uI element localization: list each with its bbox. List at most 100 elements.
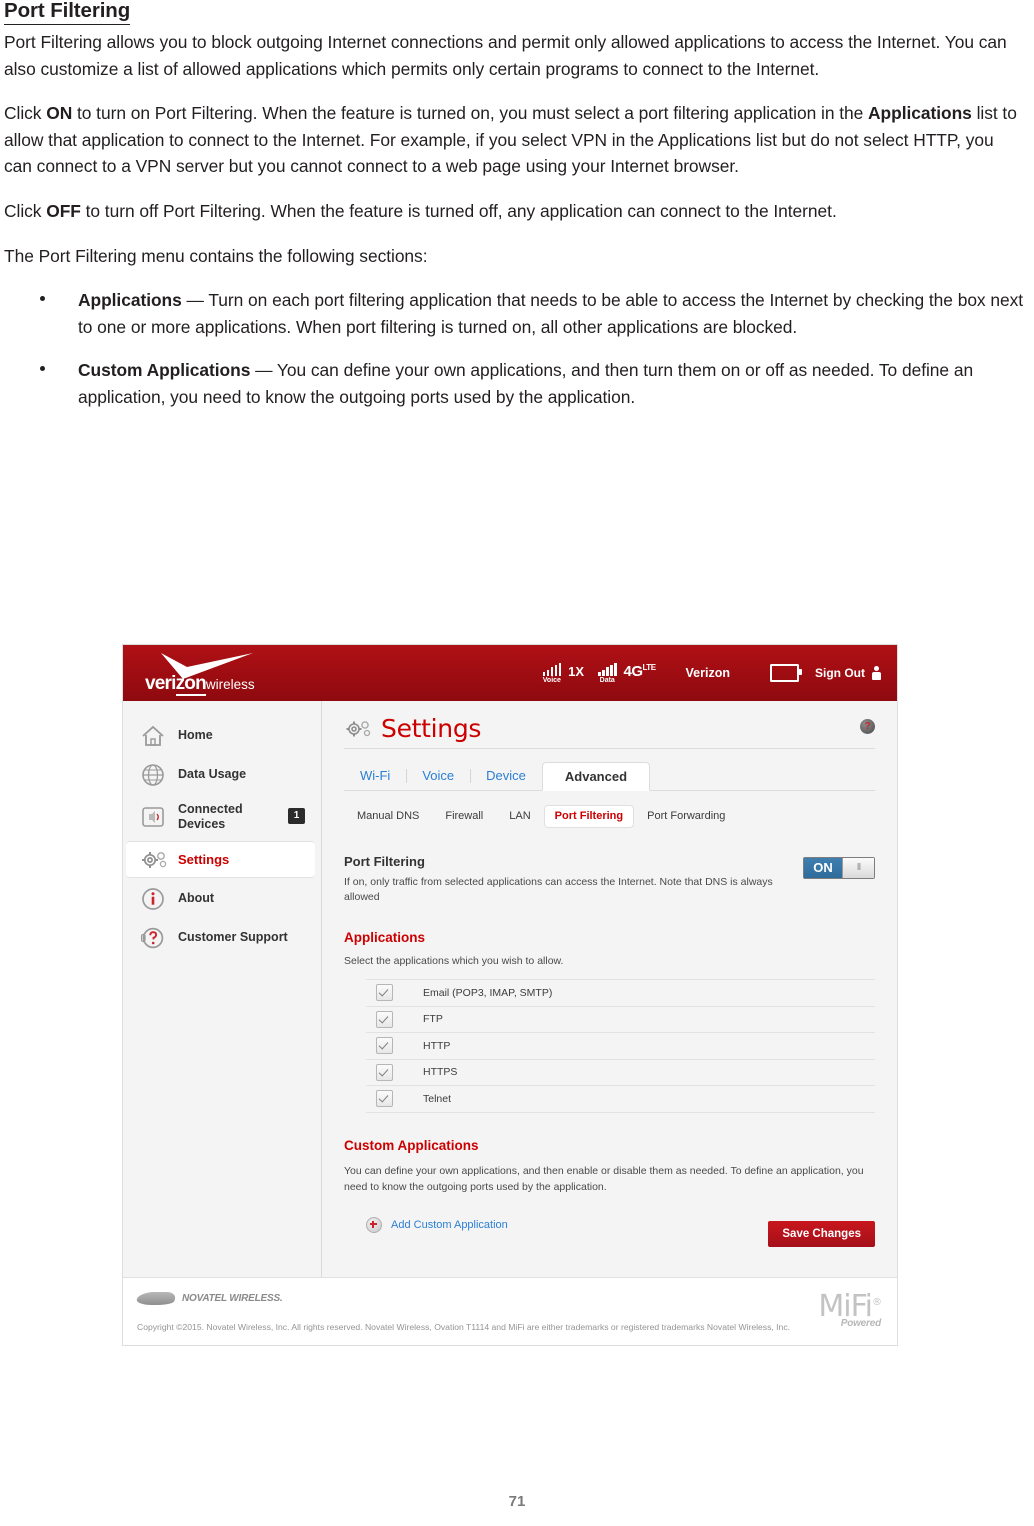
sidebar-item-settings[interactable]: Settings xyxy=(126,841,315,878)
paragraph-intro: Port Filtering allows you to block outgo… xyxy=(4,29,1026,82)
checkbox-ftp[interactable] xyxy=(376,1010,393,1028)
checkbox-email[interactable] xyxy=(376,984,393,1002)
toggle-knob[interactable]: II xyxy=(842,858,874,878)
subtab-manual-dns[interactable]: Manual DNS xyxy=(344,805,432,827)
paragraph-intro-text: Port Filtering allows you to block outgo… xyxy=(4,32,1007,79)
copyright-text: Copyright ©2015. Novatel Wireless, Inc. … xyxy=(137,1322,791,1332)
verizon-header-bar: verizonwireless Voice 1X Data 4GLTE Veri… xyxy=(123,645,897,701)
tab-wifi[interactable]: Wi-Fi xyxy=(344,762,406,790)
data-tech-label: 4GLTE xyxy=(623,663,657,680)
port-filtering-description: If on, only traffic from selected applic… xyxy=(344,876,773,903)
application-label: Telnet xyxy=(423,1092,452,1105)
table-row[interactable]: HTTPS xyxy=(366,1060,875,1086)
speaker-icon xyxy=(140,804,166,830)
app-body: Home Data Usage Connected Devices 1 Sett… xyxy=(123,701,897,1277)
table-row[interactable]: Telnet xyxy=(366,1086,875,1113)
sidebar-item-customer-support[interactable]: Customer Support xyxy=(123,919,321,956)
data-tech-sup: LTE xyxy=(642,663,657,672)
subtab-lan[interactable]: LAN xyxy=(496,805,543,827)
plus-circle-icon xyxy=(366,1216,382,1233)
subtab-port-filtering[interactable]: Port Filtering xyxy=(543,804,635,828)
sidebar-item-label: Settings xyxy=(178,852,230,867)
sidebar-item-about[interactable]: About xyxy=(123,880,321,917)
brand-veri: veri xyxy=(145,673,176,694)
custom-applications-title: Custom Applications xyxy=(344,1137,479,1153)
run-text: to turn off Port Filtering. When the fea… xyxy=(80,200,837,221)
table-row[interactable]: Email (POP3, IMAP, SMTP) xyxy=(366,979,875,1007)
checkbox-telnet[interactable] xyxy=(376,1090,393,1108)
page-title: Port Filtering xyxy=(4,0,130,25)
application-label: HTTPS xyxy=(423,1066,458,1079)
document-text-block: Port Filtering Port Filtering allows you… xyxy=(0,0,1034,428)
applications-list: Email (POP3, IMAP, SMTP) FTP HTTP HTTPS … xyxy=(366,979,875,1113)
list-item: Custom Applications — You can define you… xyxy=(4,357,1026,410)
voice-signal-indicator: Voice xyxy=(542,662,562,684)
info-icon xyxy=(140,886,166,912)
list-item: Applications — Turn on each port filteri… xyxy=(4,287,1026,340)
paragraph-on: Click ON to turn on Port Filtering. When… xyxy=(4,100,1026,180)
sidebar-nav: Home Data Usage Connected Devices 1 Sett… xyxy=(123,701,322,1277)
voice-tech-label: 1X xyxy=(568,664,584,679)
sidebar-item-label: About xyxy=(178,891,215,905)
app-footer: NOVATEL WIRELESS. Copyright ©2015. Novat… xyxy=(123,1277,897,1345)
tab-device[interactable]: Device xyxy=(470,762,542,790)
home-icon xyxy=(140,723,166,749)
novatel-wordmark: NOVATEL WIRELESS. xyxy=(182,1293,283,1304)
subtab-port-forwarding[interactable]: Port Forwarding xyxy=(634,805,738,827)
run-text: Click xyxy=(4,103,47,124)
battery-icon xyxy=(770,664,802,682)
port-filtering-title: Port Filtering xyxy=(344,854,425,869)
sidebar-item-home[interactable]: Home xyxy=(123,717,321,754)
mifi-logo: MiFi® Powered xyxy=(818,1288,882,1330)
sign-out-button[interactable]: Sign Out xyxy=(815,666,865,680)
checkbox-http[interactable] xyxy=(376,1037,393,1055)
tab-voice[interactable]: Voice xyxy=(406,762,470,790)
port-filtering-toggle[interactable]: ON II xyxy=(803,857,875,879)
sections-bullet-list: Applications — Turn on each port filteri… xyxy=(4,287,1026,410)
data-signal-label: Data xyxy=(599,676,615,684)
settings-gears-icon xyxy=(344,717,374,741)
bullet-term: Custom Applications xyxy=(78,360,251,381)
secondary-tabs: Manual DNS Firewall LAN Port Filtering P… xyxy=(344,804,875,828)
run-text: to turn on Port Filtering. When the feat… xyxy=(72,103,869,124)
data-tech-text: 4G xyxy=(623,663,644,680)
novatel-wireless-logo: NOVATEL WIRELESS. xyxy=(135,1292,283,1305)
custom-applications-description: You can define your own applications, an… xyxy=(344,1164,864,1193)
verizon-logo: verizonwireless xyxy=(145,653,315,696)
primary-tabs: Wi-Fi Voice Device Advanced xyxy=(344,761,875,791)
user-avatar-icon xyxy=(872,666,881,680)
run-text: Click xyxy=(4,200,47,221)
sidebar-item-label: Connected Devices xyxy=(178,802,243,831)
section-heading-wrap: Port Filtering xyxy=(4,0,1026,25)
subtab-firewall[interactable]: Firewall xyxy=(432,805,496,827)
sidebar-item-data-usage[interactable]: Data Usage xyxy=(123,756,321,793)
sidebar-item-label: Data Usage xyxy=(178,767,247,781)
add-custom-application-link[interactable]: Add Custom Application xyxy=(391,1219,508,1231)
sidebar-item-connected-devices[interactable]: Connected Devices 1 xyxy=(123,795,321,839)
sidebar-item-label: Customer Support xyxy=(178,930,288,944)
applications-description: Select the applications which you wish t… xyxy=(344,955,564,967)
help-icon[interactable]: ? xyxy=(860,719,875,734)
paragraph-off: Click OFF to turn off Port Filtering. Wh… xyxy=(4,198,1026,225)
tab-advanced[interactable]: Advanced xyxy=(541,762,651,791)
checkbox-https[interactable] xyxy=(376,1063,393,1081)
mifi-wordmark: MiFi® xyxy=(818,1288,882,1322)
table-row[interactable]: HTTP xyxy=(366,1033,875,1060)
connected-devices-badge: 1 xyxy=(288,808,305,824)
headset-question-icon xyxy=(140,925,166,951)
gears-icon xyxy=(140,847,167,873)
globe-icon xyxy=(140,762,166,788)
table-row[interactable]: FTP xyxy=(366,1007,875,1033)
run-bold-applications: Applications xyxy=(868,103,972,124)
settings-panel: Settings ? Wi-Fi Voice Device Advanced M… xyxy=(322,701,897,1277)
application-label: Email (POP3, IMAP, SMTP) xyxy=(423,986,553,999)
page-number: 71 xyxy=(508,1493,526,1510)
paragraph-sections-lead-text: The Port Filtering menu contains the fol… xyxy=(4,245,428,266)
admin-ui-screenshot: verizonwireless Voice 1X Data 4GLTE Veri… xyxy=(122,644,898,1346)
bullet-term: Applications xyxy=(78,290,182,311)
voice-signal-bars-icon xyxy=(542,662,562,676)
save-changes-button[interactable]: Save Changes xyxy=(768,1221,875,1247)
mifi-registered-icon: ® xyxy=(872,1297,882,1308)
paragraph-sections-lead: The Port Filtering menu contains the fol… xyxy=(4,243,1026,270)
header-status-area: Voice 1X Data 4GLTE Verizon Sign Out xyxy=(542,645,887,701)
